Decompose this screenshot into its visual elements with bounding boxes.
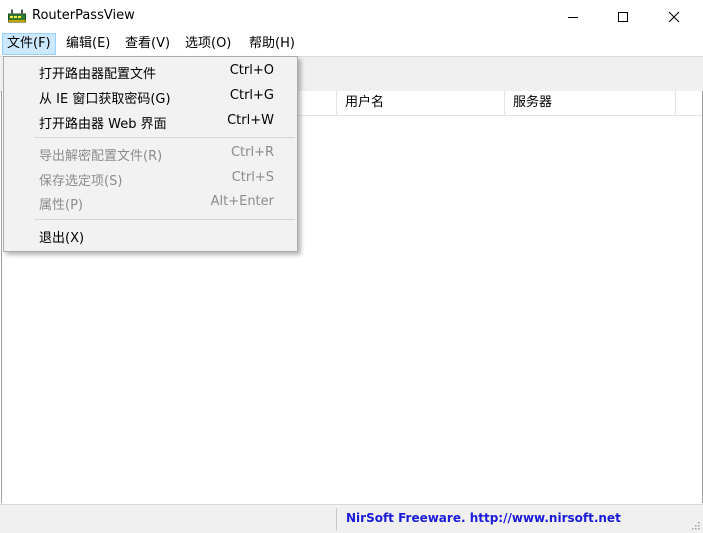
menu-item-save-selected[interactable]: 保存选定项(S) Ctrl+S	[5, 166, 296, 190]
menu-edit[interactable]: 编辑(E)	[62, 34, 114, 54]
status-bar: NirSoft Freeware. http://www.nirsoft.net	[0, 504, 703, 533]
menu-separator	[34, 137, 295, 138]
column-header-server[interactable]: 服务器	[505, 91, 676, 115]
column-header-username[interactable]: 用户名	[337, 91, 505, 115]
minimize-icon	[568, 16, 578, 18]
menu-item-exit[interactable]: 退出(X)	[5, 223, 296, 247]
title-bar: RouterPassView	[0, 0, 703, 33]
window-title: RouterPassView	[32, 8, 135, 23]
nirsoft-link[interactable]: NirSoft Freeware. http://www.nirsoft.net	[346, 511, 621, 525]
menu-item-shortcut: Ctrl+W	[227, 113, 274, 128]
menu-file[interactable]: 文件(F)	[2, 33, 56, 55]
menu-item-open-config[interactable]: 打开路由器配置文件 Ctrl+O	[5, 59, 296, 83]
resize-grip-icon[interactable]	[690, 520, 700, 530]
menu-item-label: 导出解密配置文件(R)	[39, 149, 163, 164]
menu-item-shortcut: Ctrl+G	[229, 88, 274, 103]
close-icon	[668, 11, 680, 22]
menu-item-shortcut: Ctrl+S	[231, 170, 274, 185]
file-menu-dropdown: 打开路由器配置文件 Ctrl+O 从 IE 窗口获取密码(G) Ctrl+G 打…	[3, 56, 298, 252]
menu-bar: 文件(F) 编辑(E) 查看(V) 选项(O) 帮助(H)	[0, 33, 703, 55]
menu-item-open-web-interface[interactable]: 打开路由器 Web 界面 Ctrl+W	[5, 109, 296, 133]
menu-item-label: 打开路由器配置文件	[39, 67, 157, 82]
menu-help[interactable]: 帮助(H)	[245, 34, 299, 54]
menu-item-label: 属性(P)	[39, 198, 83, 213]
close-button[interactable]	[651, 0, 697, 33]
menu-item-shortcut: Alt+Enter	[210, 194, 274, 209]
menu-separator	[34, 219, 295, 220]
menu-item-shortcut: Ctrl+O	[229, 63, 274, 78]
menu-item-label: 退出(X)	[39, 231, 85, 246]
minimize-button[interactable]	[550, 0, 596, 33]
maximize-button[interactable]	[600, 0, 646, 33]
status-divider	[336, 508, 337, 530]
menu-item-properties[interactable]: 属性(P) Alt+Enter	[5, 190, 296, 214]
maximize-icon	[618, 11, 628, 22]
menu-item-label: 打开路由器 Web 界面	[39, 117, 167, 132]
menu-item-export-config[interactable]: 导出解密配置文件(R) Ctrl+R	[5, 141, 296, 165]
menu-item-shortcut: Ctrl+R	[230, 145, 274, 160]
menu-view[interactable]: 查看(V)	[121, 34, 174, 54]
menu-options[interactable]: 选项(O)	[181, 34, 235, 54]
menu-item-get-ie-password[interactable]: 从 IE 窗口获取密码(G) Ctrl+G	[5, 84, 296, 108]
menu-item-label: 从 IE 窗口获取密码(G)	[39, 92, 171, 107]
menu-item-label: 保存选定项(S)	[39, 174, 123, 189]
router-app-icon	[8, 9, 26, 23]
